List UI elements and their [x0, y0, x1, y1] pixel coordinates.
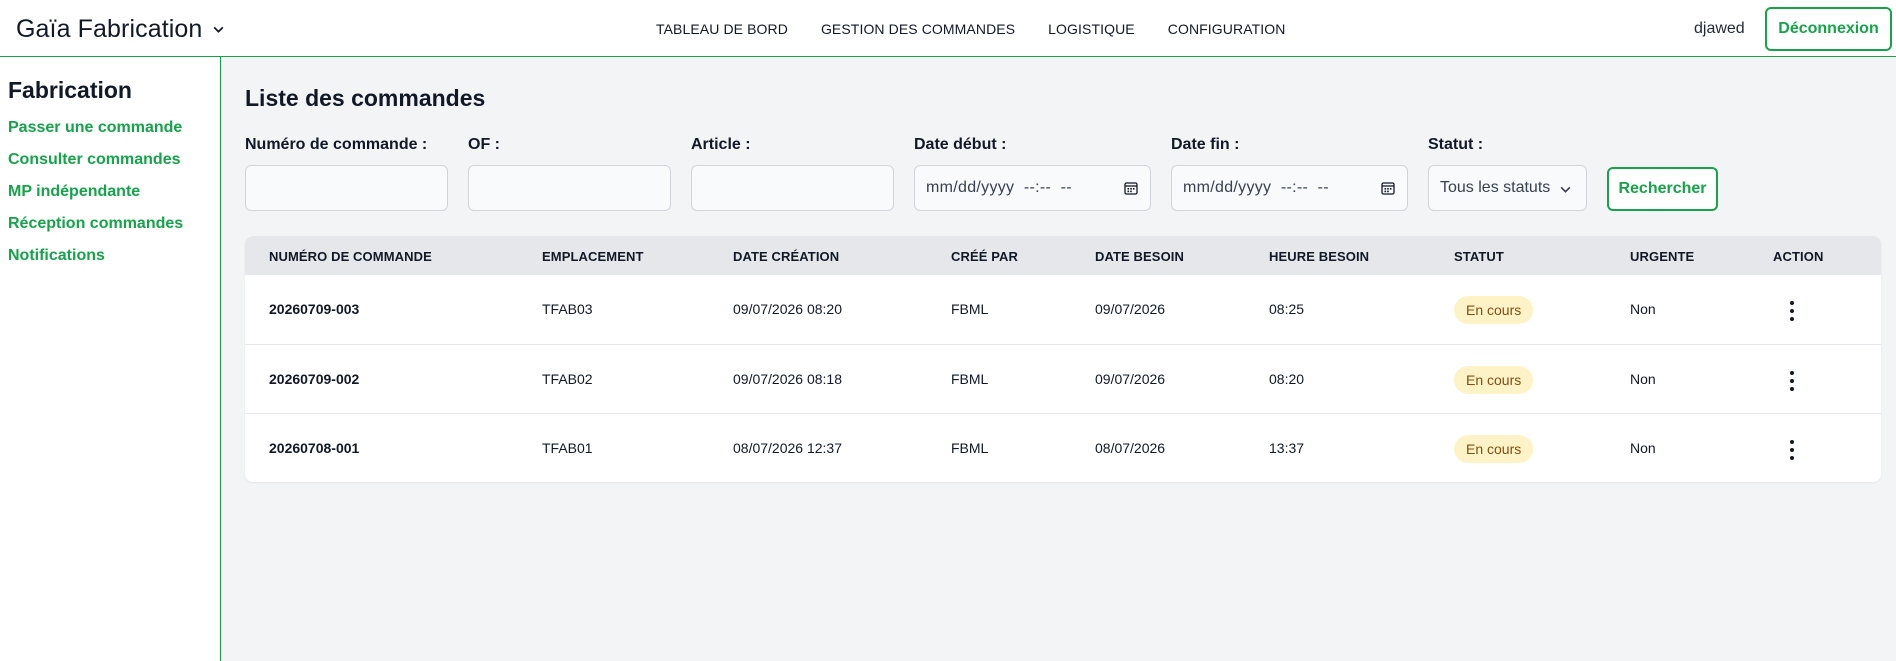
status-badge: En cours	[1454, 435, 1534, 463]
table-row: 20260709-003 TFAB03 09/07/2026 08:20 FBM…	[245, 275, 1881, 344]
article-input[interactable]	[691, 165, 894, 211]
location: TFAB02	[542, 371, 593, 387]
row-actions-menu-icon[interactable]	[1782, 299, 1802, 323]
sidebar-title: Fabrication	[8, 77, 132, 103]
created-date: 09/07/2026 08:18	[733, 371, 842, 387]
col-date-besoin: DATE BESOIN	[1095, 249, 1184, 264]
date-start-placeholder: mm/dd/yyyy --:-- --	[926, 179, 1072, 196]
sidebar-item-notifications[interactable]: Notifications	[8, 247, 183, 279]
username: djawed	[1694, 20, 1745, 37]
status-badge: En cours	[1454, 296, 1534, 324]
col-numero-commande: NUMÉRO DE COMMANDE	[269, 249, 432, 264]
status-label: Statut :	[1428, 136, 1484, 153]
date-end-placeholder: mm/dd/yyyy --:-- --	[1183, 179, 1329, 196]
of-input[interactable]	[468, 165, 671, 211]
order-number: 20260709-002	[269, 371, 360, 387]
nav-tableau-de-bord[interactable]: TABLEAU DE BORD	[656, 21, 788, 37]
order-number: 20260708-001	[269, 440, 360, 456]
calendar-icon[interactable]	[1381, 181, 1395, 195]
status-select[interactable]: Tous les statuts	[1428, 165, 1587, 211]
nav-gestion-des-commandes[interactable]: GESTION DES COMMANDES	[821, 21, 1015, 37]
row-actions-menu-icon[interactable]	[1782, 438, 1802, 462]
page-title: Liste des commandes	[245, 85, 486, 111]
need-time: 13:37	[1269, 440, 1305, 456]
location: TFAB01	[542, 440, 593, 456]
table-row: 20260709-002 TFAB02 09/07/2026 08:18 FBM…	[245, 344, 1881, 413]
date-start-input[interactable]: mm/dd/yyyy --:-- --	[914, 165, 1151, 211]
nav-configuration[interactable]: CONFIGURATION	[1168, 21, 1286, 37]
table-row: 20260708-001 TFAB01 08/07/2026 12:37 FBM…	[245, 413, 1881, 482]
logout-button[interactable]: Déconnexion	[1765, 7, 1892, 51]
chevron-down-icon	[213, 26, 224, 33]
sidebar-item-consulter-commandes[interactable]: Consulter commandes	[8, 151, 183, 183]
col-action: ACTION	[1773, 249, 1824, 264]
urgent: Non	[1630, 371, 1656, 387]
created-date: 08/07/2026 12:37	[733, 440, 842, 456]
location: TFAB03	[542, 301, 593, 317]
sidebar-item-passer-commande[interactable]: Passer une commande	[8, 119, 183, 151]
urgent: Non	[1630, 301, 1656, 317]
app-title: Gaïa Fabrication	[16, 14, 203, 43]
order-number-input[interactable]	[245, 165, 448, 211]
created-date: 09/07/2026 08:20	[733, 301, 842, 317]
article-label: Article :	[691, 136, 751, 153]
orders-table: NUMÉRO DE COMMANDE EMPLACEMENT DATE CRÉA…	[245, 236, 1881, 482]
date-end-input[interactable]: mm/dd/yyyy --:-- --	[1171, 165, 1408, 211]
col-heure-besoin: HEURE BESOIN	[1269, 249, 1370, 264]
top-navbar: Gaïa Fabrication TABLEAU DE BORD GESTION…	[0, 0, 1896, 57]
nav-logistique[interactable]: LOGISTIQUE	[1048, 21, 1135, 37]
of-label: OF :	[468, 136, 500, 153]
search-button[interactable]: Rechercher	[1607, 167, 1718, 211]
order-number: 20260709-003	[269, 301, 360, 317]
table-header: NUMÉRO DE COMMANDE EMPLACEMENT DATE CRÉA…	[245, 236, 1881, 275]
main-nav: TABLEAU DE BORD GESTION DES COMMANDES LO…	[656, 20, 1285, 38]
created-by: FBML	[951, 440, 989, 456]
row-actions-menu-icon[interactable]	[1782, 369, 1802, 393]
col-cree-par: CRÉÉ PAR	[951, 249, 1019, 264]
col-emplacement: EMPLACEMENT	[542, 249, 644, 264]
need-date: 09/07/2026	[1095, 371, 1166, 387]
status-select-value: Tous les statuts	[1440, 179, 1551, 196]
created-by: FBML	[951, 301, 989, 317]
need-date: 08/07/2026	[1095, 440, 1166, 456]
sidebar: Fabrication Passer une commande Consulte…	[0, 57, 221, 661]
status-badge: En cours	[1454, 366, 1534, 394]
need-date: 09/07/2026	[1095, 301, 1166, 317]
chevron-down-icon	[1560, 186, 1571, 193]
need-time: 08:25	[1269, 301, 1305, 317]
sidebar-item-mp-independante[interactable]: MP indépendante	[8, 183, 183, 215]
sidebar-item-reception-commandes[interactable]: Réception commandes	[8, 215, 183, 247]
calendar-icon[interactable]	[1124, 181, 1138, 195]
col-date-creation: DATE CRÉATION	[733, 249, 840, 264]
col-urgente: URGENTE	[1630, 249, 1695, 264]
date-start-label: Date début :	[914, 136, 1007, 153]
need-time: 08:20	[1269, 371, 1305, 387]
app-switcher[interactable]: Gaïa Fabrication	[16, 14, 225, 44]
sidebar-menu: Passer une commande Consulter commandes …	[8, 119, 183, 279]
urgent: Non	[1630, 440, 1656, 456]
created-by: FBML	[951, 371, 989, 387]
date-end-label: Date fin :	[1171, 136, 1240, 153]
order-number-label: Numéro de commande :	[245, 136, 428, 153]
col-statut: STATUT	[1454, 249, 1504, 264]
